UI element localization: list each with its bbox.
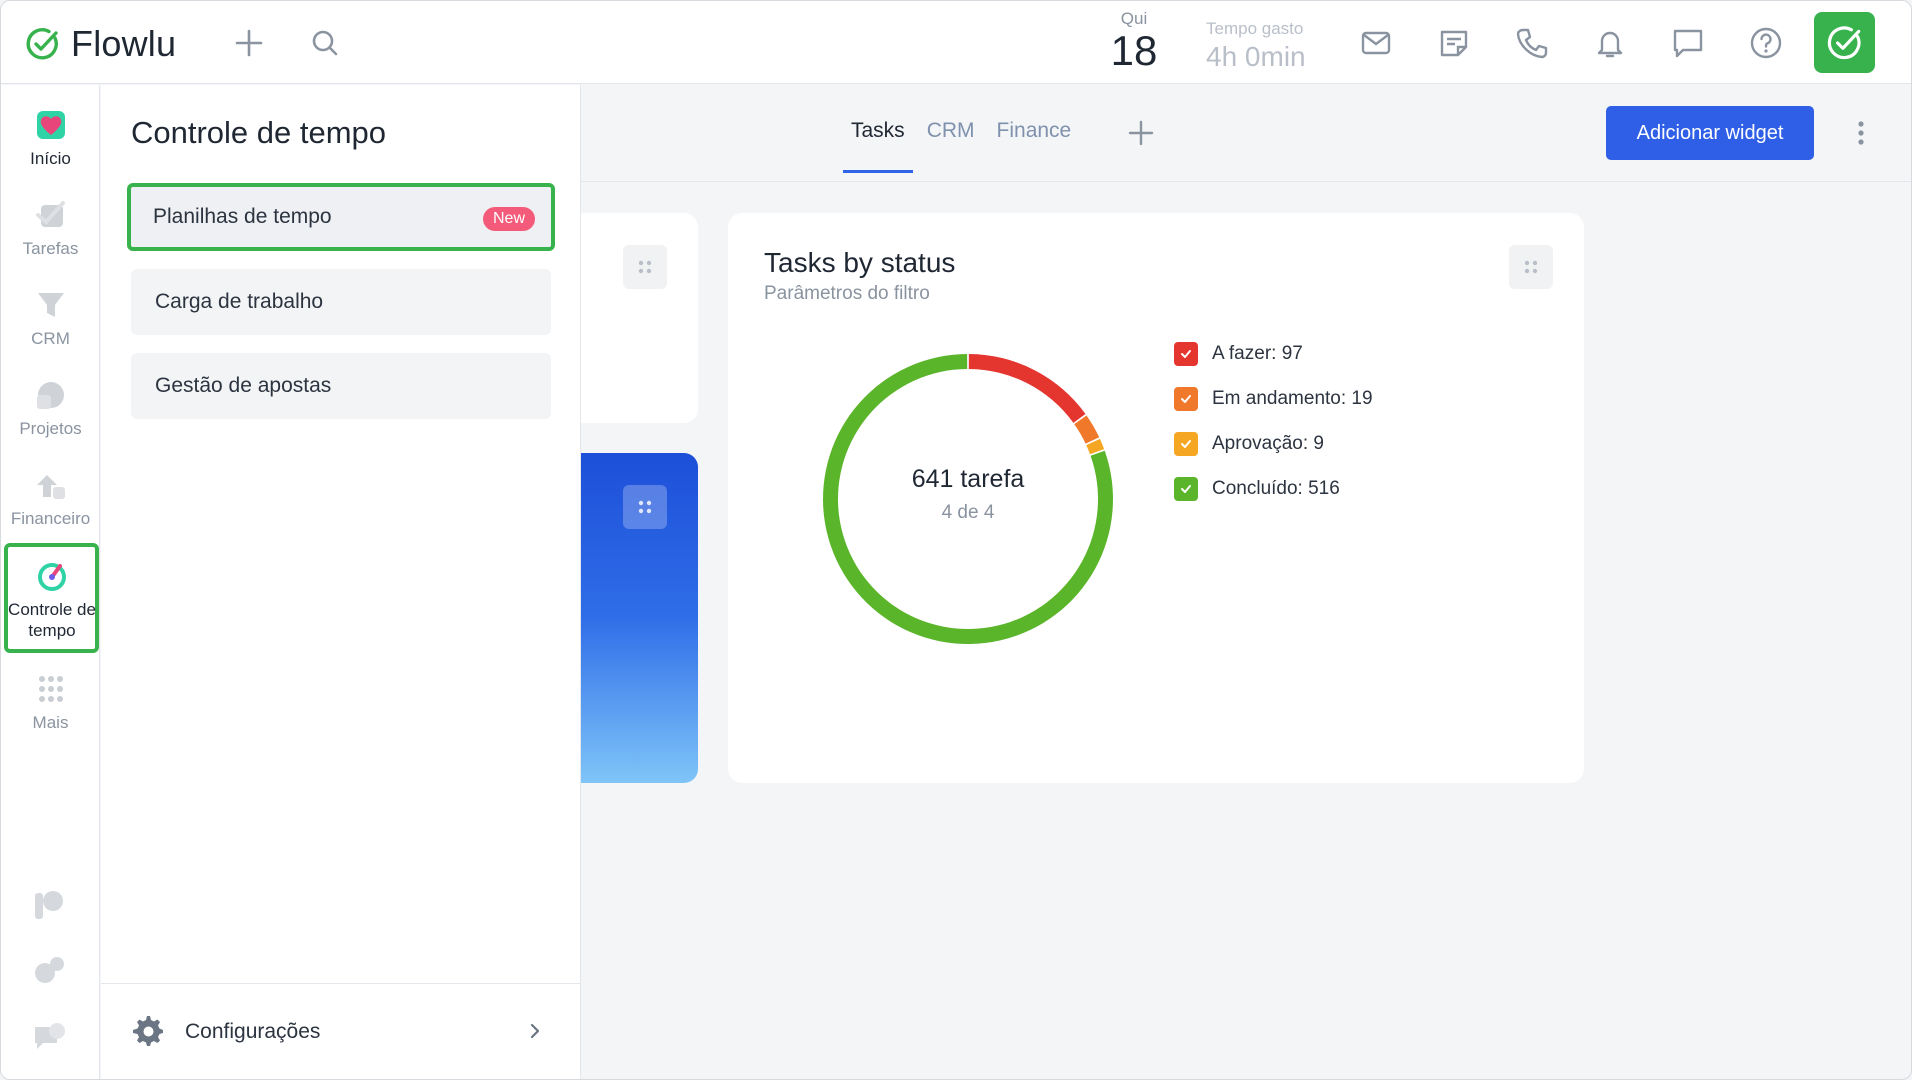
panel-item-bets[interactable]: Gestão de apostas xyxy=(131,353,551,419)
checkbox-checked-icon[interactable] xyxy=(1174,431,1198,456)
panel-item-label: Planilhas de tempo xyxy=(153,205,332,228)
rail-item-projects[interactable]: Projetos xyxy=(1,377,100,439)
support-icon[interactable] xyxy=(31,1019,67,1055)
legend-label: Aprovação: 9 xyxy=(1212,432,1324,454)
drag-handle-icon[interactable] xyxy=(1509,245,1553,289)
time-spent-widget[interactable]: Tempo gasto 4h 0min xyxy=(1206,19,1306,73)
tabs-divider xyxy=(581,181,1911,182)
date-day: Qui xyxy=(1120,9,1148,28)
donut-center: 641 tarefa 4 de 4 xyxy=(808,465,1128,524)
help-icon[interactable] xyxy=(1746,23,1786,63)
rail-label-more: Mais xyxy=(32,713,69,732)
tasks-icon xyxy=(35,201,65,227)
time-spent-value: 4h 0min xyxy=(1206,41,1306,72)
tab-finance[interactable]: Finance xyxy=(997,119,1072,173)
legend-item[interactable]: Em andamento: 19 xyxy=(1174,376,1373,421)
grid-icon xyxy=(38,676,63,702)
home-icon xyxy=(36,111,65,139)
donut-total: 641 tarefa xyxy=(911,465,1025,493)
legend-item[interactable]: Concluído: 516 xyxy=(1174,466,1373,511)
chart-legend: A fazer: 97 Em andamento: 19 Aprovação: 9 C… xyxy=(1174,331,1373,511)
drag-handle-icon[interactable] xyxy=(623,245,667,289)
checkbox-checked-icon[interactable] xyxy=(1174,386,1198,411)
tab-tasks[interactable]: Tasks xyxy=(843,119,913,173)
widget-card-partial xyxy=(581,213,698,423)
plus-icon[interactable] xyxy=(231,25,267,61)
rail-item-time-tracking[interactable]: Controle de tempo xyxy=(4,543,99,653)
panel-item-label: Carga de trabalho xyxy=(155,290,324,313)
panel-item-timesheets[interactable]: Planilhas de tempo New xyxy=(127,183,555,251)
date-widget[interactable]: Qui 18 xyxy=(1109,9,1159,73)
donut-slice-em-andamento[interactable] xyxy=(1074,415,1100,444)
check-icon[interactable] xyxy=(1814,12,1875,73)
logo-text: Flowlu xyxy=(71,23,177,64)
chat-icon[interactable] xyxy=(1668,23,1708,63)
rail-label-projects: Projetos xyxy=(19,419,82,438)
legend-label: Concluído: 516 xyxy=(1212,477,1340,499)
crm-icon xyxy=(37,293,64,317)
rail-label-crm: CRM xyxy=(31,329,70,348)
projects-icon xyxy=(36,382,64,409)
date-number: 18 xyxy=(1110,27,1158,74)
finance-icon xyxy=(36,475,65,499)
legend-label: Em andamento: 19 xyxy=(1212,387,1373,409)
notes-icon[interactable] xyxy=(1434,23,1474,63)
legend-label: A fazer: 97 xyxy=(1212,342,1303,364)
chevron-right-icon xyxy=(530,1023,540,1039)
more-vertical-icon[interactable] xyxy=(1853,119,1869,147)
mail-icon[interactable] xyxy=(1356,23,1396,63)
new-badge: New xyxy=(482,207,535,231)
rail-item-more[interactable]: Mais xyxy=(1,671,100,733)
tab-crm[interactable]: CRM xyxy=(927,119,975,173)
legend-item[interactable]: A fazer: 97 xyxy=(1174,331,1373,376)
left-rail: Início Tarefas CRM Projetos Financeiro C… xyxy=(1,85,100,1079)
widget-title: Tasks by status xyxy=(764,247,956,278)
rail-label-tasks: Tarefas xyxy=(22,239,79,258)
donut-subtitle: 4 de 4 xyxy=(941,502,995,523)
timer-icon xyxy=(37,563,66,591)
settings-icon[interactable] xyxy=(31,953,67,989)
time-spent-label: Tempo gasto xyxy=(1206,19,1304,38)
gear-icon xyxy=(133,1016,163,1046)
tasks-by-status-widget: Tasks by status Parâmetros do filtro 641… xyxy=(728,213,1584,783)
panel-item-label: Gestão de apostas xyxy=(155,374,332,397)
panel-footer-settings[interactable]: Configurações xyxy=(101,983,580,1079)
top-bar: Flowlu Qui 18 Tempo gasto 4h 0min xyxy=(1,1,1911,84)
app-window: Flowlu Qui 18 Tempo gasto 4h 0min Início… xyxy=(0,0,1912,1080)
phone-icon[interactable] xyxy=(1512,23,1552,63)
dashboard-tabs: Tasks CRM Finance xyxy=(843,119,1093,173)
logo[interactable]: Flowlu xyxy=(25,23,176,65)
checkbox-checked-icon[interactable] xyxy=(1174,341,1198,366)
rail-item-tasks[interactable]: Tarefas xyxy=(1,197,100,259)
add-widget-button[interactable]: Adicionar widget xyxy=(1606,106,1814,160)
rail-item-finance[interactable]: Financeiro xyxy=(1,467,100,529)
drag-handle-icon[interactable] xyxy=(623,485,667,529)
logo-check-icon xyxy=(26,28,58,60)
search-icon[interactable] xyxy=(307,25,343,61)
bell-icon[interactable] xyxy=(1590,23,1630,63)
apps-icon[interactable] xyxy=(31,887,67,923)
time-tracking-panel: Controle de tempo Planilhas de tempo New… xyxy=(101,85,581,1079)
rail-item-crm[interactable]: CRM xyxy=(1,287,100,349)
panel-title: Controle de tempo xyxy=(131,115,387,150)
donut-slice-a-fazer[interactable] xyxy=(968,354,1086,423)
filter-params-link[interactable]: Parâmetros do filtro xyxy=(764,283,930,305)
rail-item-home[interactable]: Início xyxy=(1,107,100,169)
legend-item[interactable]: Aprovação: 9 xyxy=(1174,421,1373,466)
rail-label-time-tracking: Controle de tempo xyxy=(8,600,96,640)
add-tab-icon[interactable] xyxy=(1127,119,1155,147)
rail-label-finance: Financeiro xyxy=(10,509,91,528)
panel-item-workload[interactable]: Carga de trabalho xyxy=(131,269,551,335)
widget-card-blue xyxy=(581,453,698,783)
checkbox-checked-icon[interactable] xyxy=(1174,476,1198,501)
settings-label: Configurações xyxy=(185,1020,321,1043)
rail-label-home: Início xyxy=(30,149,71,168)
